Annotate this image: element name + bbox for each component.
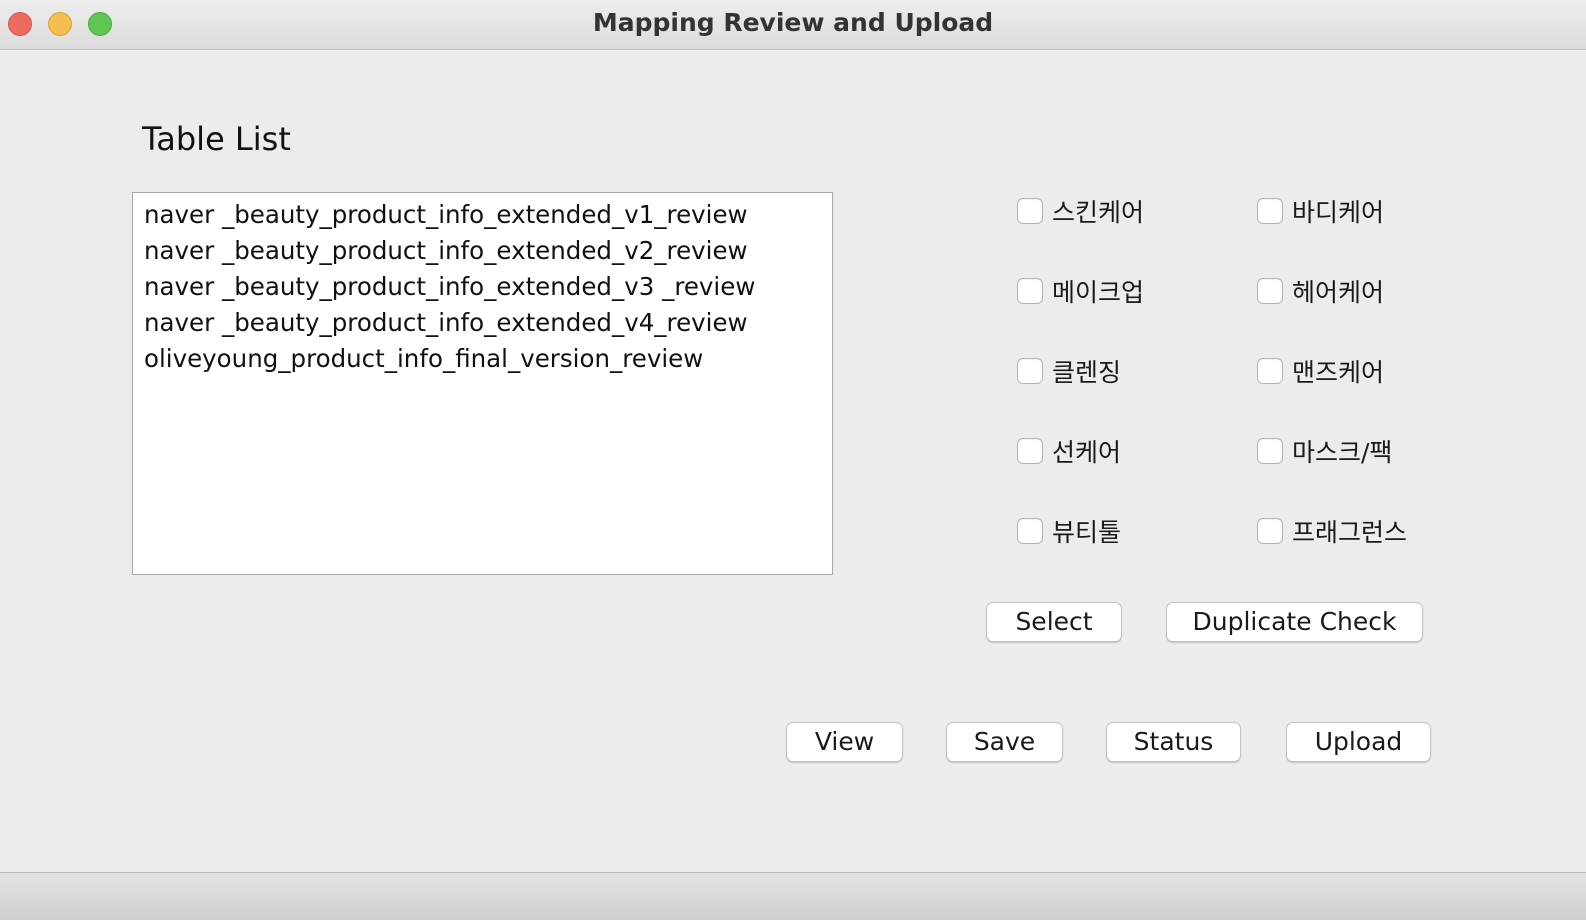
view-button[interactable]: View	[786, 722, 903, 762]
checkbox-label: 마스크/팩	[1292, 438, 1393, 467]
save-button[interactable]: Save	[946, 722, 1063, 762]
checkbox-box[interactable]	[1257, 278, 1283, 304]
checkbox-box[interactable]	[1257, 518, 1283, 544]
checkbox-box[interactable]	[1257, 198, 1283, 224]
checkbox-label: 바디케어	[1292, 198, 1385, 227]
duplicate-check-button[interactable]: Duplicate Check	[1166, 602, 1423, 642]
list-item[interactable]: naver _beauty_product_info_extended_v2_r…	[133, 233, 832, 269]
category-checkbox-fragrance[interactable]: 프래그런스	[1257, 516, 1408, 547]
checkbox-label: 클렌징	[1052, 358, 1122, 387]
category-checkbox-haircare[interactable]: 헤어케어	[1257, 276, 1385, 307]
list-item[interactable]: oliveyoung_product_info_final_version_re…	[133, 341, 832, 377]
category-checkbox-mask-pack[interactable]: 마스크/팩	[1257, 436, 1393, 467]
checkbox-label: 스킨케어	[1052, 198, 1145, 227]
checkbox-box[interactable]	[1017, 278, 1043, 304]
bottom-bar	[0, 872, 1586, 920]
category-checkbox-cleansing[interactable]: 클렌징	[1017, 356, 1122, 387]
table-listbox[interactable]: naver _beauty_product_info_extended_v1_r…	[132, 192, 833, 575]
status-button[interactable]: Status	[1106, 722, 1241, 762]
category-checkbox-skincare[interactable]: 스킨케어	[1017, 196, 1145, 227]
checkbox-label: 맨즈케어	[1292, 358, 1385, 387]
list-item[interactable]: naver _beauty_product_info_extended_v3 _…	[133, 269, 832, 305]
category-checkbox-beauty-tool[interactable]: 뷰티툴	[1017, 516, 1122, 547]
checkbox-label: 헤어케어	[1292, 278, 1385, 307]
checkbox-box[interactable]	[1257, 438, 1283, 464]
select-button[interactable]: Select	[986, 602, 1122, 642]
list-item[interactable]: naver _beauty_product_info_extended_v4_r…	[133, 305, 832, 341]
checkbox-box[interactable]	[1017, 518, 1043, 544]
checkbox-box[interactable]	[1017, 438, 1043, 464]
checkbox-label: 메이크업	[1052, 278, 1145, 307]
category-checkbox-suncare[interactable]: 선케어	[1017, 436, 1122, 467]
checkbox-box[interactable]	[1017, 198, 1043, 224]
checkbox-label: 뷰티툴	[1052, 518, 1122, 547]
window-title: Mapping Review and Upload	[592, 8, 994, 37]
list-item[interactable]: naver _beauty_product_info_extended_v1_r…	[133, 197, 832, 233]
checkbox-label: 프래그런스	[1292, 518, 1408, 547]
app-window: Mapping Review and Upload Table List nav…	[0, 0, 1586, 920]
checkbox-box[interactable]	[1257, 358, 1283, 384]
category-checkbox-menscare[interactable]: 맨즈케어	[1257, 356, 1385, 387]
category-checkbox-makeup[interactable]: 메이크업	[1017, 276, 1145, 307]
table-list-label: Table List	[142, 120, 291, 158]
upload-button[interactable]: Upload	[1286, 722, 1431, 762]
checkbox-label: 선케어	[1052, 438, 1122, 467]
title-bar[interactable]: Mapping Review and Upload	[0, 0, 1586, 50]
checkbox-box[interactable]	[1017, 358, 1043, 384]
category-checkbox-bodycare[interactable]: 바디케어	[1257, 196, 1385, 227]
